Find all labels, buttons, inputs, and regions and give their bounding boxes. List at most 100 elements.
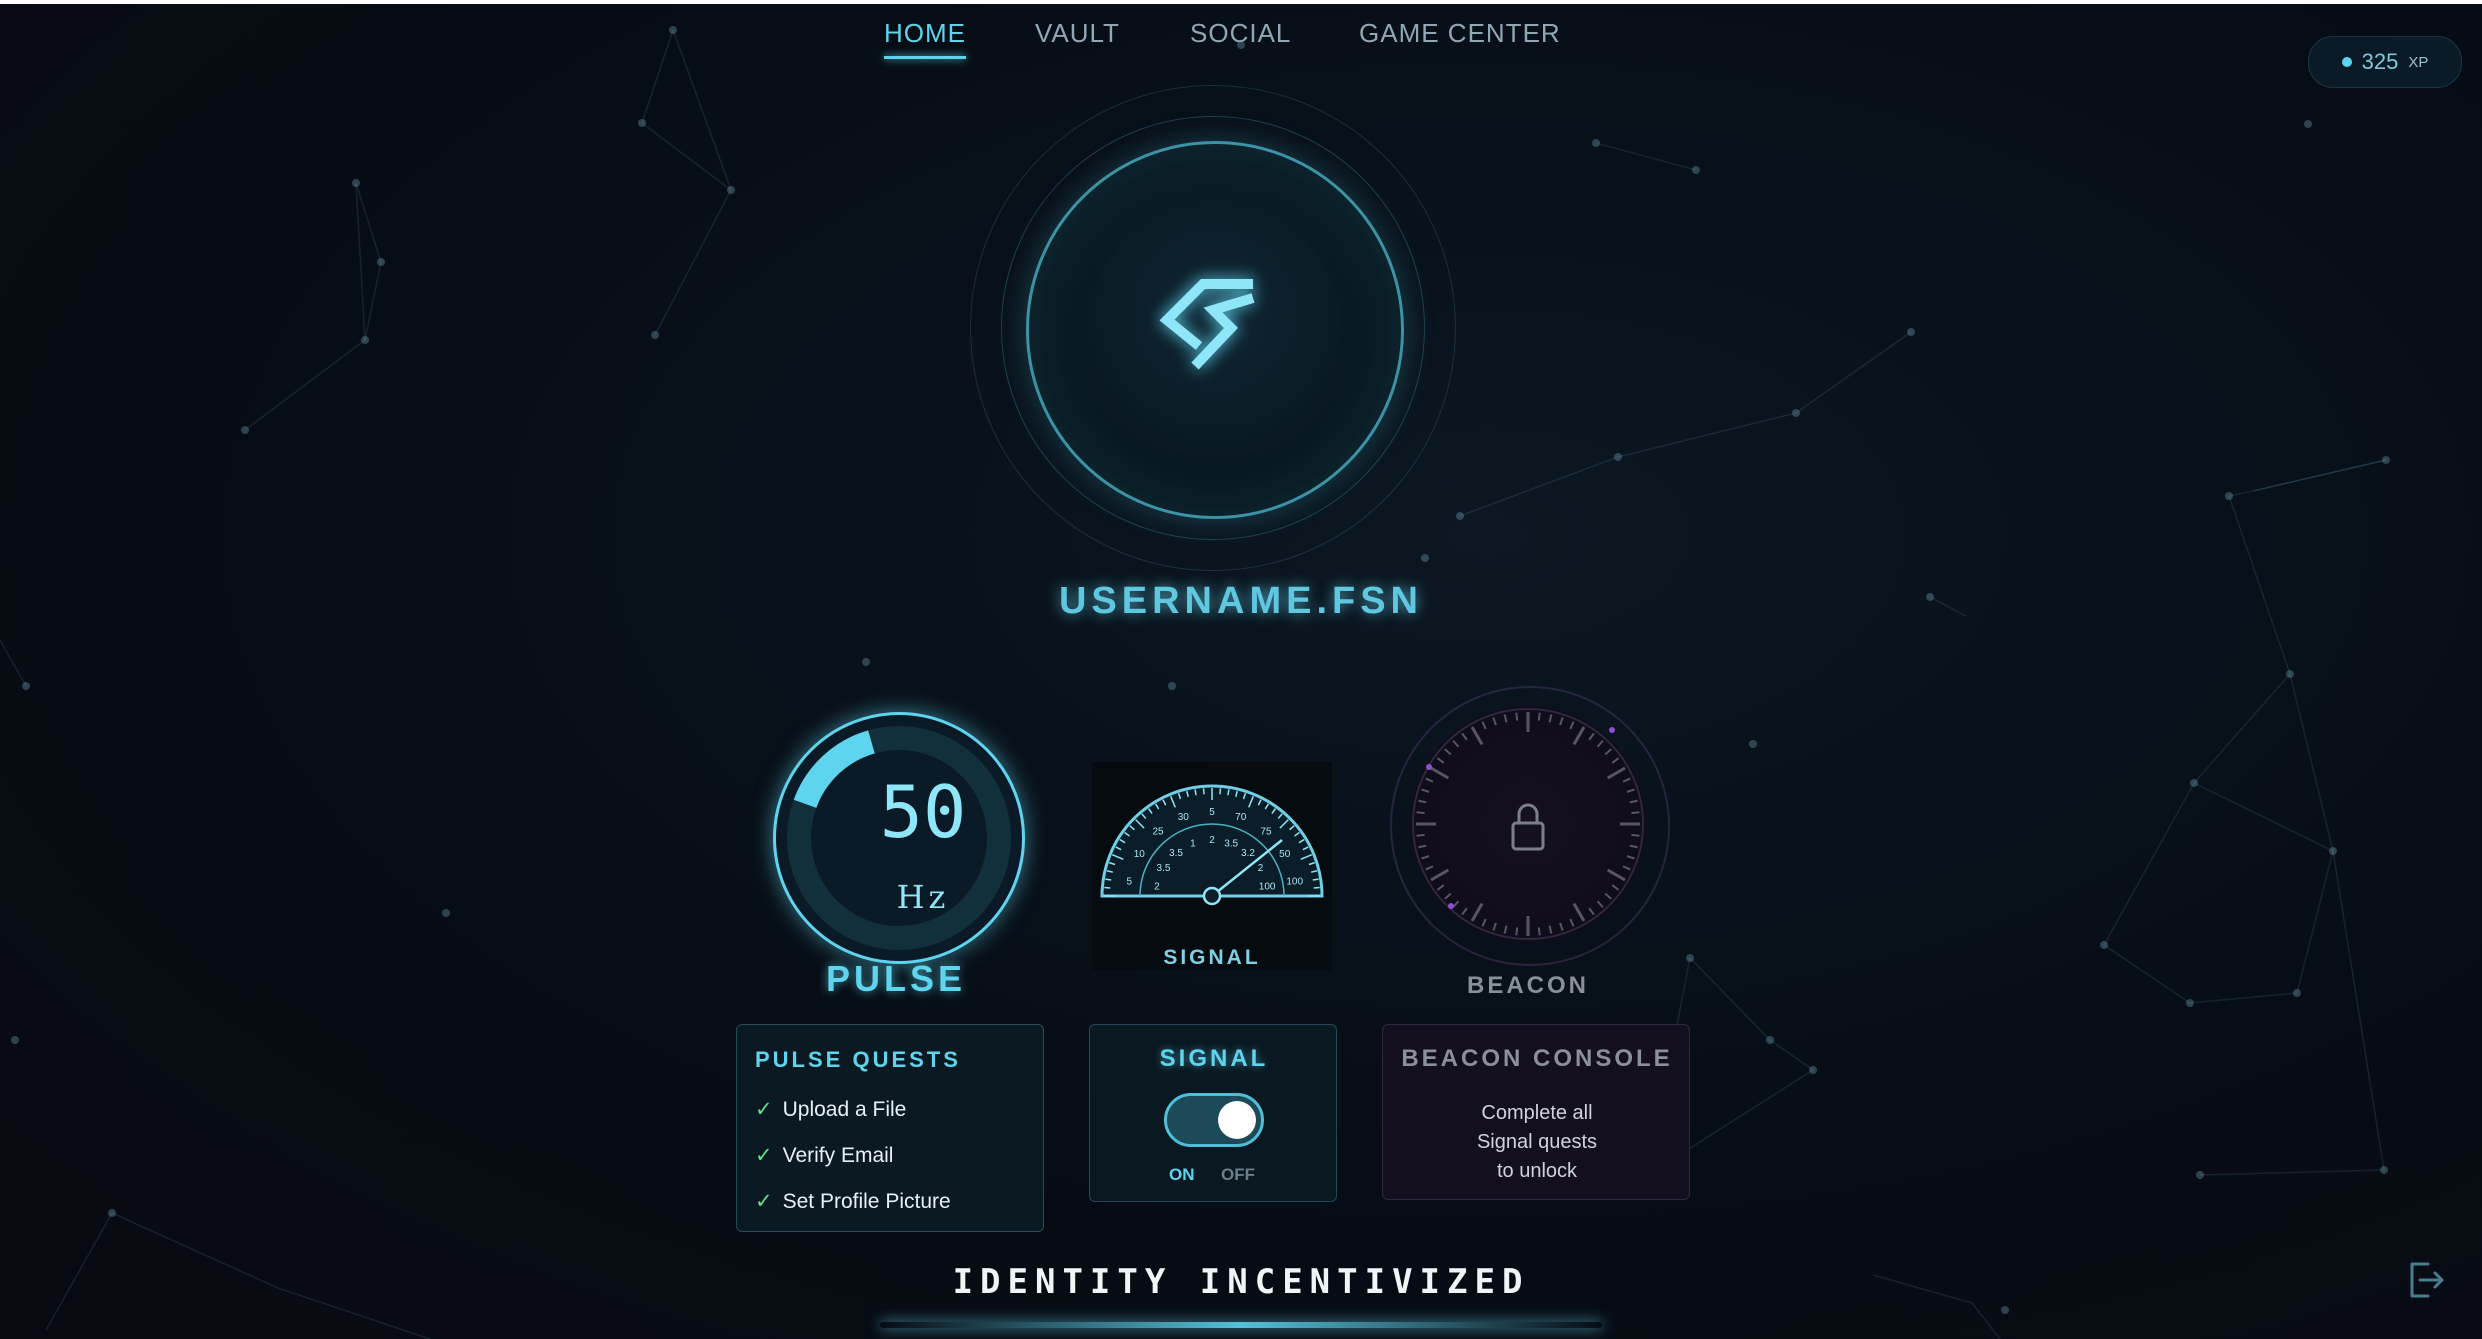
beacon-tick bbox=[1588, 732, 1595, 741]
beacon-tick bbox=[1611, 757, 1620, 764]
signal-tick-label: 75 bbox=[1260, 827, 1272, 838]
beacon-console-title: BEACON CONSOLE bbox=[1401, 1045, 1673, 1072]
beacon-tick bbox=[1470, 902, 1484, 922]
signal-tick-label: 2 bbox=[1209, 835, 1215, 846]
beacon-tick bbox=[1606, 868, 1626, 882]
signal-tick-label: 3.5 bbox=[1157, 863, 1171, 874]
beacon-tick bbox=[1444, 748, 1452, 756]
nav-tab-home[interactable]: HOME bbox=[884, 18, 966, 59]
tagline-underline bbox=[880, 1322, 1602, 1328]
beacon-tick bbox=[1418, 799, 1427, 804]
beacon-gauge bbox=[1410, 706, 1646, 942]
xp-value: 325 bbox=[2361, 49, 2399, 74]
beacon-tick bbox=[1421, 855, 1430, 860]
beacon-tick bbox=[1537, 927, 1541, 936]
beacon-tick bbox=[1492, 922, 1497, 931]
beacon-tick bbox=[1515, 712, 1519, 721]
beacon-tick bbox=[1622, 865, 1631, 871]
signal-tick bbox=[1194, 789, 1197, 796]
signal-tick-label: 2 bbox=[1258, 863, 1264, 874]
beacon-tick bbox=[1626, 788, 1635, 793]
nav-tab-game-center[interactable]: GAME CENTER bbox=[1359, 18, 1561, 49]
signal-tick-label: 25 bbox=[1152, 827, 1164, 838]
beacon-tick bbox=[1572, 902, 1586, 922]
nav-tab-vault[interactable]: VAULT bbox=[1035, 18, 1120, 49]
quest-item[interactable]: ✓ Set Profile Picture bbox=[755, 1189, 951, 1214]
tagline: IDENTITY INCENTIVIZED bbox=[952, 1262, 1530, 1302]
logout-icon[interactable] bbox=[2404, 1258, 2448, 1302]
signal-panel-title: SIGNAL bbox=[1159, 1045, 1269, 1072]
pulse-value: 50 bbox=[879, 770, 967, 854]
beacon-tick bbox=[1622, 777, 1631, 783]
beacon-tick bbox=[1572, 726, 1586, 746]
beacon-tick bbox=[1569, 918, 1575, 927]
username: USERNAME.FSN bbox=[1058, 580, 1424, 622]
beacon-console-panel: BEACON CONSOLE Complete all Signal quest… bbox=[1382, 1024, 1690, 1200]
beacon-tick bbox=[1421, 788, 1430, 793]
toggle-on-label: ON bbox=[1169, 1165, 1195, 1184]
beacon-light bbox=[1448, 903, 1454, 909]
signal-tick-label: 10 bbox=[1134, 849, 1146, 860]
beacon-light bbox=[1426, 764, 1432, 770]
beacon-tick bbox=[1631, 811, 1640, 815]
beacon-label: BEACON bbox=[1466, 972, 1589, 999]
signal-tick-label: 3.5 bbox=[1224, 838, 1238, 849]
signal-panel: SIGNAL ON OFF bbox=[1089, 1024, 1337, 1202]
toggle-knob bbox=[1218, 1101, 1256, 1139]
beacon-tick bbox=[1461, 732, 1468, 741]
fusion-logo-icon bbox=[1159, 279, 1255, 370]
beacon-tick bbox=[1596, 740, 1604, 748]
nav-tab-social[interactable]: SOCIAL bbox=[1190, 18, 1291, 49]
beacon-tick bbox=[1430, 868, 1450, 882]
pulse-label: PULSE bbox=[825, 958, 967, 999]
beacon-tick bbox=[1436, 884, 1445, 891]
beacon-tick bbox=[1604, 748, 1612, 756]
signal-tick-label: 5 bbox=[1209, 807, 1215, 818]
beacon-tick bbox=[1569, 721, 1575, 730]
beacon-tick bbox=[1425, 777, 1434, 783]
beacon-tick bbox=[1537, 712, 1541, 721]
signal-tick-label: 3.5 bbox=[1169, 848, 1183, 859]
beacon-tick bbox=[1444, 892, 1452, 900]
signal-tick-label: 70 bbox=[1235, 812, 1247, 823]
beacon-tick bbox=[1515, 927, 1519, 936]
xp-badge[interactable]: 325 XP bbox=[2308, 36, 2462, 88]
signal-tick-label: 100 bbox=[1286, 876, 1303, 887]
check-icon: ✓ bbox=[755, 1098, 773, 1121]
signal-needle-hub bbox=[1202, 886, 1222, 906]
main-nav: HOME VAULT SOCIAL GAME CENTER bbox=[0, 18, 2482, 68]
xp-unit: XP bbox=[2408, 53, 2429, 71]
beacon-tick bbox=[1629, 844, 1638, 849]
signal-tick-label: 50 bbox=[1279, 849, 1291, 860]
beacon-tick bbox=[1503, 714, 1508, 723]
beacon-tick bbox=[1481, 721, 1487, 730]
beacon-tick bbox=[1481, 918, 1487, 927]
xp-dot-icon bbox=[2341, 57, 2352, 67]
beacon-tick bbox=[1604, 892, 1612, 900]
signal-tick-label: 30 bbox=[1178, 812, 1190, 823]
signal-tick bbox=[1227, 789, 1230, 796]
signal-tick-label: 100 bbox=[1259, 881, 1276, 892]
signal-tick-label: 1 bbox=[1190, 838, 1196, 849]
beacon-tick bbox=[1596, 900, 1604, 908]
quest-item[interactable]: ✓ Upload a File bbox=[755, 1097, 906, 1122]
check-icon: ✓ bbox=[755, 1190, 773, 1213]
beacon-tick bbox=[1548, 714, 1553, 723]
beacon-tick bbox=[1626, 855, 1635, 860]
beacon-tick bbox=[1470, 726, 1484, 746]
lock-icon bbox=[1511, 803, 1545, 851]
beacon-tick bbox=[1461, 907, 1468, 916]
beacon-tick bbox=[1418, 844, 1427, 849]
beacon-tick bbox=[1588, 907, 1595, 916]
signal-toggle[interactable] bbox=[1164, 1093, 1264, 1147]
beacon-tick bbox=[1611, 884, 1620, 891]
top-border bbox=[0, 0, 2482, 4]
quest-item[interactable]: ✓ Verify Email bbox=[755, 1143, 893, 1168]
pulse-quests-title: PULSE QUESTS bbox=[755, 1047, 961, 1072]
pulse-unit: Hz bbox=[896, 878, 950, 916]
avatar[interactable] bbox=[1026, 141, 1404, 519]
signal-tick-label: 5 bbox=[1126, 876, 1132, 887]
beacon-tick bbox=[1559, 922, 1564, 931]
beacon-tick bbox=[1416, 811, 1425, 815]
beacon-tick bbox=[1548, 925, 1553, 934]
